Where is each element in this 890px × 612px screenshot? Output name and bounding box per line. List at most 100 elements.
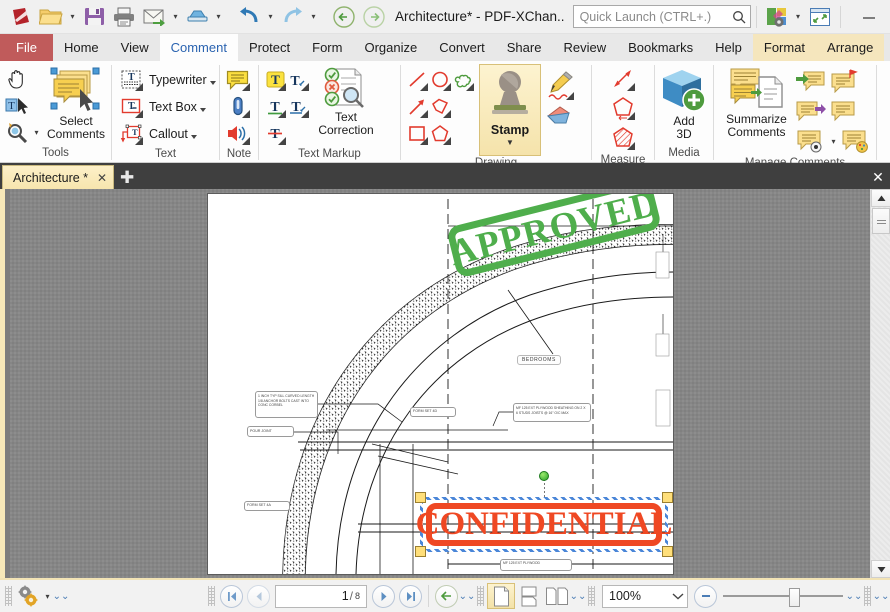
line-icon[interactable]	[406, 67, 429, 92]
polygon-caret-icon[interactable]	[443, 137, 451, 145]
replace-caret-icon[interactable]	[301, 83, 309, 91]
line-caret-icon[interactable]	[420, 83, 428, 91]
scroll-down-arrow-icon[interactable]	[871, 560, 890, 578]
arrow-icon[interactable]	[406, 94, 429, 119]
gears-settings-icon[interactable]	[15, 583, 41, 609]
undo-caret-icon[interactable]: ▾	[264, 2, 277, 32]
tab-home[interactable]: Home	[53, 34, 110, 61]
next-page-button[interactable]	[372, 584, 395, 608]
zoom-chevron-down-icon[interactable]	[672, 592, 684, 600]
continuous-view-button[interactable]	[515, 583, 543, 609]
typewriter-icon[interactable]: T	[118, 67, 144, 92]
circle-icon[interactable]	[429, 67, 452, 92]
speaker-sound-icon[interactable]	[225, 121, 251, 146]
last-page-button[interactable]	[399, 584, 422, 608]
insert-caret-icon[interactable]	[301, 110, 309, 118]
resize-handle-bottom-left[interactable]	[415, 546, 426, 557]
tab-help[interactable]: Help	[704, 34, 753, 61]
circle-caret-icon[interactable]	[443, 83, 451, 91]
tab-bookmarks[interactable]: Bookmarks	[617, 34, 704, 61]
paperclip-attachment-icon[interactable]	[225, 94, 251, 119]
toolbar-grip-zoom[interactable]	[588, 586, 595, 606]
scroll-up-arrow-icon[interactable]	[871, 189, 890, 207]
zoom-out-button[interactable]	[694, 584, 717, 608]
cloud-shape-icon[interactable]	[452, 67, 475, 92]
open-file-caret-icon[interactable]: ▾	[66, 2, 79, 32]
scan-caret-icon[interactable]: ▾	[212, 2, 225, 32]
tab-format[interactable]: Format	[752, 34, 817, 61]
toolbar-grip-left[interactable]	[5, 586, 12, 606]
back-button[interactable]	[329, 2, 359, 32]
open-file-button[interactable]	[36, 2, 66, 32]
highlight-caret-icon[interactable]	[278, 83, 286, 91]
distance-caret-icon[interactable]	[627, 82, 635, 91]
find-document-icon[interactable]	[884, 34, 890, 61]
toolbar-grip-viewmode[interactable]	[477, 586, 484, 606]
minimize-button[interactable]	[846, 0, 890, 33]
confidential-stamp-annotation[interactable]: CONFIDENTIAL	[415, 471, 673, 557]
navigate-back-button[interactable]	[435, 584, 458, 608]
stamp-dropdown-chevron-icon[interactable]: ▼	[506, 138, 514, 147]
single-page-view-button[interactable]	[487, 583, 515, 609]
area-caret-icon[interactable]	[627, 141, 635, 150]
callout-dropdown-icon[interactable]	[190, 134, 197, 139]
underline-t-icon[interactable]: T	[264, 94, 287, 119]
application-logo-icon[interactable]	[0, 2, 36, 32]
text-box-dropdown-icon[interactable]	[199, 107, 206, 112]
scan-button[interactable]	[182, 2, 212, 32]
underline-caret-icon[interactable]	[278, 110, 286, 118]
tab-view[interactable]: View	[110, 34, 160, 61]
summarize-comments-button[interactable]: Summarize Comments	[718, 64, 795, 139]
statusbar-overflow-chevron-icon[interactable]: ⌄⌄	[873, 583, 890, 609]
select-text-tool-icon[interactable]: T	[4, 93, 30, 118]
reply-comment-icon[interactable]	[827, 97, 859, 125]
polyline-caret-icon[interactable]	[443, 110, 451, 118]
insert-caret-text-icon[interactable]: T	[287, 94, 310, 119]
add-3d-button[interactable]: Add 3D	[655, 64, 713, 141]
document-viewer[interactable]: BEDROOMS 1 INCH TYP SILL CURVED LENGTH 1…	[0, 189, 890, 578]
document-tab-architecture[interactable]: Architecture * ✕	[2, 165, 115, 189]
close-document-button[interactable]: ✕	[866, 165, 890, 189]
text-box-icon[interactable]: T	[118, 94, 144, 119]
eraser-icon[interactable]	[545, 103, 575, 131]
theme-palette-gear-icon[interactable]	[762, 2, 792, 32]
hand-tool-icon[interactable]	[4, 66, 30, 91]
polyline-icon[interactable]	[429, 94, 452, 119]
undo-button[interactable]	[234, 2, 264, 32]
previous-page-button[interactable]	[247, 584, 270, 608]
callout-caret-icon[interactable]	[135, 137, 143, 145]
tab-convert[interactable]: Convert	[428, 34, 496, 61]
perimeter-icon[interactable]	[610, 96, 636, 121]
show-comments-caret-icon[interactable]: ▾	[827, 126, 840, 156]
page-number-input[interactable]: 1 / 8	[275, 584, 367, 608]
theme-caret-icon[interactable]: ▾	[792, 2, 805, 32]
quick-launch-input[interactable]: Quick Launch (CTRL+.)	[572, 5, 751, 28]
tab-share[interactable]: Share	[496, 34, 553, 61]
forward-button[interactable]	[359, 2, 389, 32]
callout-icon[interactable]: T	[118, 121, 144, 146]
zoom-slider-knob[interactable]	[789, 588, 800, 607]
resize-handle-bottom-right[interactable]	[662, 546, 673, 557]
redo-caret-icon[interactable]: ▾	[307, 2, 320, 32]
comment-palette-icon[interactable]	[840, 127, 872, 155]
pencil-icon[interactable]	[545, 69, 575, 101]
zoom-tool-icon[interactable]	[4, 120, 30, 145]
strikeout-caret-icon[interactable]	[278, 137, 286, 145]
attachment-caret-icon[interactable]	[242, 110, 250, 118]
cloud-caret-icon[interactable]	[466, 83, 474, 91]
resize-handle-top-right[interactable]	[662, 492, 673, 503]
show-comments-icon[interactable]	[795, 127, 827, 155]
replace-text-icon[interactable]: T	[287, 67, 310, 92]
zoom-slider[interactable]	[723, 583, 843, 609]
text-box-caret-icon[interactable]	[135, 110, 143, 118]
document-tab-close-icon[interactable]: ✕	[97, 171, 107, 185]
strikeout-t-icon[interactable]: T	[264, 121, 287, 146]
zoom-more-chevron-icon[interactable]: ⌄⌄	[846, 583, 863, 609]
stamp-button[interactable]: Stamp ▼	[479, 64, 541, 156]
toolbar-grip-pagination[interactable]	[208, 586, 215, 606]
viewmode-more-chevron-icon[interactable]: ⌄⌄	[570, 583, 587, 609]
tab-review[interactable]: Review	[552, 34, 617, 61]
two-page-view-button[interactable]	[543, 583, 571, 609]
toolbar-grip-right[interactable]	[864, 586, 871, 606]
sticky-note-caret-icon[interactable]	[242, 83, 250, 91]
